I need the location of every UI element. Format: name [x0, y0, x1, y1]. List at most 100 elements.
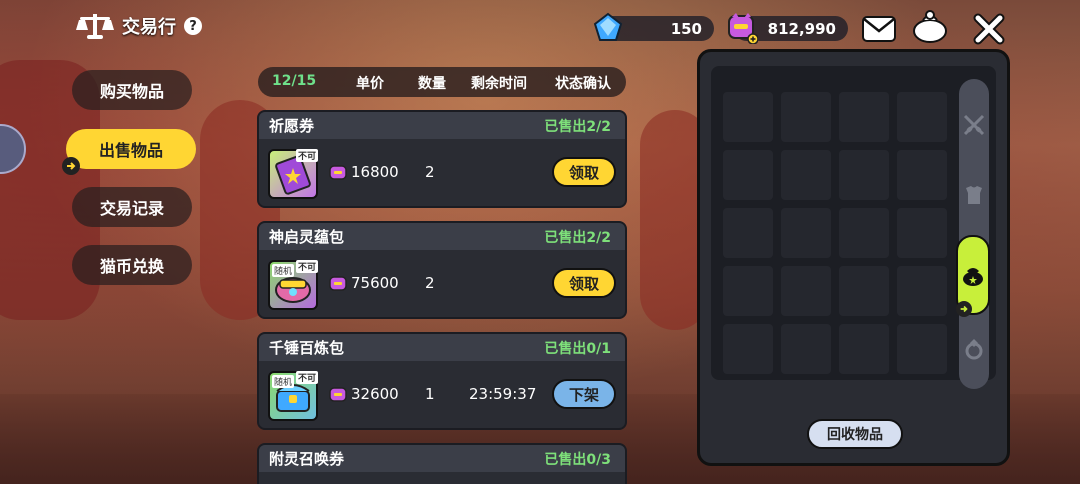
- nav-sell-items[interactable]: 出售物品: [62, 129, 196, 175]
- nav-trade-records[interactable]: 交易记录: [72, 187, 192, 227]
- listing-count: 12/15: [272, 73, 317, 89]
- item-name: 千锤百炼包: [269, 339, 345, 357]
- sale-card-header: 千锤百炼包 已售出0/1: [259, 334, 625, 361]
- cat-coin-value: 812,990: [767, 19, 836, 38]
- wish-ticket-icon[interactable]: 不可: [268, 149, 318, 199]
- nav-label: 购买物品: [99, 82, 164, 101]
- delist-button[interactable]: 下架: [552, 379, 616, 409]
- sold-status: 已售出0/1: [544, 340, 611, 357]
- quantity-value: 2: [425, 274, 435, 292]
- unit-price: 32600: [329, 385, 399, 403]
- cat-coin-icon: [329, 387, 347, 402]
- cat-coin-add-icon[interactable]: [726, 12, 758, 44]
- inventory-category-tabs: [956, 79, 990, 389]
- inventory-slot[interactable]: [723, 150, 773, 200]
- treasure-pack-icon[interactable]: 随机 不可: [268, 371, 318, 421]
- quantity-value: 1: [425, 385, 435, 403]
- sale-card: 附灵召唤券 已售出0/3: [257, 443, 627, 484]
- treasure-pack-icon[interactable]: 随机 不可: [268, 260, 318, 310]
- tab-weapons[interactable]: [960, 105, 988, 145]
- diamond-counter: 150: [593, 12, 714, 41]
- column-quantity: 数量: [418, 76, 446, 92]
- sale-card-header: 附灵召唤券 已售出0/3: [259, 445, 625, 472]
- inventory-slot[interactable]: [781, 150, 831, 200]
- nav-buy-items[interactable]: 购买物品: [72, 70, 192, 110]
- recycle-items-button[interactable]: 回收物品: [807, 419, 903, 449]
- quantity-value: 2: [425, 163, 435, 181]
- item-name: 神启灵蕴包: [269, 228, 345, 246]
- tab-accessories[interactable]: [960, 329, 988, 369]
- nav-label: 交易记录: [99, 199, 164, 218]
- inventory-slot[interactable]: [839, 208, 889, 258]
- claim-button[interactable]: 领取: [552, 157, 616, 187]
- diamond-gem-icon: [593, 12, 623, 41]
- nav-cat-coin-exchange[interactable]: 猫币兑换: [72, 245, 192, 285]
- claim-button[interactable]: 领取: [552, 268, 616, 298]
- inventory-slot[interactable]: [781, 92, 831, 142]
- loot-bag-icon: [963, 268, 983, 286]
- mail-button[interactable]: [860, 12, 898, 46]
- inventory-slot[interactable]: [897, 92, 947, 142]
- inventory-slot[interactable]: [839, 266, 889, 316]
- close-x-icon: [973, 13, 1005, 45]
- column-header: 12/15 单价 数量 剩余时间 状态确认: [258, 67, 626, 97]
- tab-consumables[interactable]: [956, 235, 990, 317]
- claim-button-label: 领取: [568, 163, 599, 182]
- remaining-time-value: 23:59:37: [469, 385, 537, 403]
- inventory-slot[interactable]: [897, 208, 947, 258]
- inventory-slot[interactable]: [723, 266, 773, 316]
- item-tag: 随机: [272, 375, 295, 388]
- inventory-slot[interactable]: [723, 324, 773, 374]
- crossed-swords-icon: [963, 114, 985, 136]
- tab-armor[interactable]: [960, 175, 988, 215]
- inventory-slot[interactable]: [781, 266, 831, 316]
- scale-balance-icon: [76, 14, 114, 39]
- unit-price: 75600: [329, 274, 399, 292]
- money-bag-icon: [913, 10, 947, 43]
- sold-status: 已售出2/2: [544, 118, 611, 135]
- sold-status: 已售出2/2: [544, 229, 611, 246]
- bag-button[interactable]: [911, 8, 949, 43]
- item-tag: 随机: [272, 264, 295, 277]
- armor-icon: [966, 186, 982, 204]
- inventory-slot[interactable]: [897, 150, 947, 200]
- inventory-slot[interactable]: [897, 266, 947, 316]
- price-value: 75600: [351, 274, 399, 292]
- column-remaining-time: 剩余时间: [471, 76, 527, 92]
- price-value: 32600: [351, 385, 399, 403]
- sale-card-header: 神启灵蕴包 已售出2/2: [259, 223, 625, 250]
- inventory-slot[interactable]: [723, 92, 773, 142]
- column-unit-price: 单价: [356, 76, 384, 92]
- inventory-slot[interactable]: [723, 208, 773, 258]
- item-name: 附灵召唤券: [269, 450, 345, 468]
- arrow-right-icon: [956, 301, 972, 317]
- gem-ring-icon: [965, 339, 983, 360]
- inventory-grid: [711, 66, 996, 380]
- arrow-right-icon: [62, 157, 80, 175]
- inventory-slot[interactable]: [839, 92, 889, 142]
- page-title: 交易行: [122, 17, 176, 38]
- recycle-items-label: 回收物品: [827, 427, 883, 443]
- envelope-icon: [862, 16, 896, 42]
- unit-price: 16800: [329, 163, 399, 181]
- price-value: 16800: [351, 163, 399, 181]
- claim-button-label: 领取: [568, 274, 599, 293]
- cat-coin-icon: [329, 276, 347, 291]
- nav-label: 猫币兑换: [99, 257, 164, 276]
- inventory-slot[interactable]: [839, 150, 889, 200]
- sale-card: 神启灵蕴包 已售出2/2 随机 不可 75600 2 领取: [257, 221, 627, 319]
- inventory-slot[interactable]: [781, 324, 831, 374]
- nav-label: 出售物品: [98, 141, 163, 160]
- inventory-slot[interactable]: [781, 208, 831, 258]
- inventory-slot[interactable]: [897, 324, 947, 374]
- title-area: 交易行 ?: [76, 12, 202, 40]
- sale-card: 千锤百炼包 已售出0/1 随机 不可 32600 1 23:59:37 下架: [257, 332, 627, 430]
- item-stamp: 不可: [295, 149, 318, 162]
- question-circle-icon[interactable]: ?: [184, 17, 202, 35]
- cat-coin-counter: 812,990: [728, 13, 848, 44]
- inventory-slot[interactable]: [839, 324, 889, 374]
- cat-coin-icon: [329, 165, 347, 180]
- close-button[interactable]: [970, 12, 1008, 46]
- item-name: 祈愿券: [269, 117, 315, 135]
- sale-card: 祈愿券 已售出2/2 不可 16800 2 领取: [257, 110, 627, 208]
